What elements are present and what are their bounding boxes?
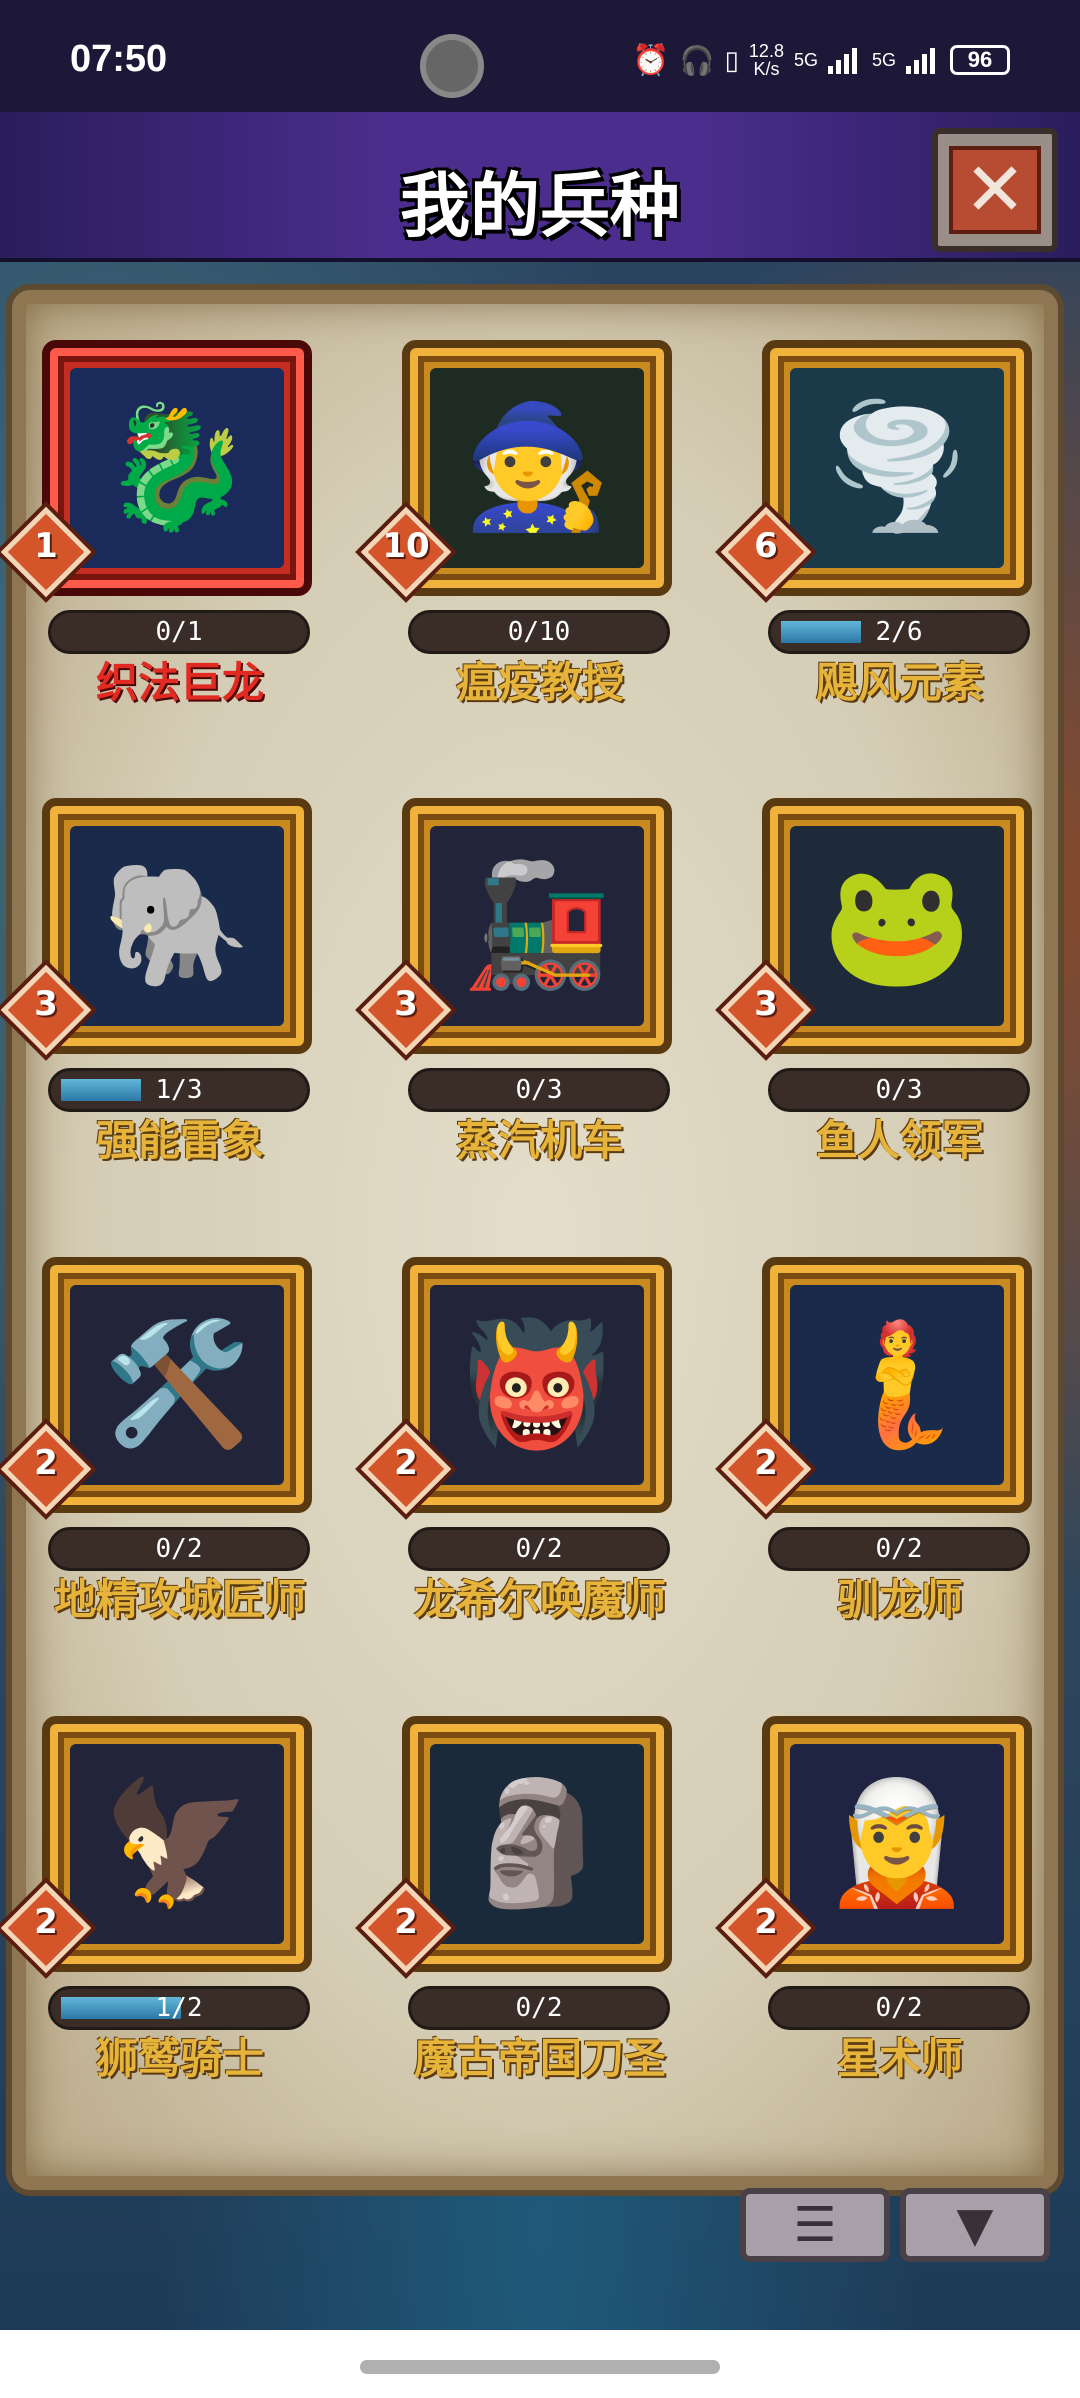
unit-portrait: 🧝 [790,1744,1004,1944]
headphones-icon: 🎧 [679,44,715,76]
status-bar: 07:50 ⏰ 🎧 ▯ 12.8 K/s 5G 5G 96 [0,0,1080,112]
list-icon: ☰ [793,2197,837,2253]
unit-progress-bar: 0/2 [408,1527,670,1571]
unit-card[interactable]: 👹 2 0/2 龙希尔唤魔师 [360,1257,672,1687]
unit-portrait: 🧙 [430,368,644,568]
unit-portrait: 🐸 [790,826,1004,1026]
close-icon: ✕ [949,146,1041,234]
unit-progress-bar: 1/2 [48,1986,310,2030]
unit-progress-text: 0/2 [515,1993,563,2023]
unit-name: 鱼人领军 [815,1116,984,1165]
unit-portrait: 🐉 [70,368,284,568]
filter-button[interactable]: ▼ [900,2188,1050,2262]
unit-progress-bar: 0/2 [768,1986,1030,2030]
unit-name: 强能雷象 [95,1116,264,1165]
status-time: 07:50 [70,38,168,80]
unit-progress-text: 1/3 [155,1075,203,1105]
unit-name: 织法巨龙 [95,658,264,707]
level-badge-value: 3 [394,984,418,1024]
status-icons: ⏰ 🎧 ▯ 12.8 K/s 5G 5G 96 [632,42,1010,78]
unit-portrait: 🧜 [790,1285,1004,1485]
unit-progress-bar: 0/10 [408,610,670,654]
notification-icon [420,34,484,98]
unit-progress-text: 0/1 [155,617,203,647]
unit-portrait: 🛠️ [70,1285,284,1485]
level-badge-value: 1 [34,526,58,566]
unit-card[interactable]: 🧝 2 0/2 星术师 [720,1716,1032,2146]
level-badge-value: 3 [754,984,778,1024]
unit-card[interactable]: 🦅 2 1/2 狮鹫骑士 [0,1716,312,2146]
network-speed-value: 12.8 [748,41,784,61]
level-badge-value: 2 [754,1902,778,1942]
unit-progress-bar: 0/2 [48,1527,310,1571]
unit-portrait: 🗿 [430,1744,644,1944]
unit-name: 龙希尔唤魔师 [413,1575,666,1624]
unit-portrait: 🚂 [430,826,644,1026]
battery-icon: 96 [950,45,1010,75]
signal-icon [827,46,862,74]
unit-progress-bar: 0/2 [408,1986,670,2030]
signal-icon [906,46,940,74]
list-view-button[interactable]: ☰ [740,2188,890,2262]
unit-progress-bar: 0/3 [768,1068,1030,1112]
unit-name: 魔古帝国刀圣 [413,2034,666,2083]
page-title: 我的兵种 [400,165,680,247]
network-speed: 12.8 K/s [749,42,784,78]
unit-progress-bar: 0/2 [768,1527,1030,1571]
unit-name: 蒸汽机车 [455,1116,624,1165]
unit-portrait: 👹 [430,1285,644,1485]
unit-card[interactable]: 🧙 10 0/10 瘟疫教授 [360,340,672,770]
signal-1-label: 5G [793,49,818,70]
unit-progress-text: 0/10 [507,617,571,647]
title-bar: 我的兵种 ✕ [0,112,1080,262]
level-badge-value: 3 [34,984,58,1024]
unit-progress-text: 0/3 [515,1075,563,1105]
unit-portrait: 🦅 [70,1744,284,1944]
level-badge-value: 6 [754,526,778,566]
unit-name: 瘟疫教授 [455,658,624,707]
unit-progress-text: 0/3 [875,1075,923,1105]
unit-name: 狮鹫骑士 [95,2034,264,2083]
home-indicator[interactable] [360,2360,720,2374]
network-speed-unit: K/s [753,59,780,79]
level-badge-value: 10 [382,526,430,566]
unit-progress-text: 0/2 [875,1993,923,2023]
level-badge-value: 2 [754,1443,778,1483]
unit-card[interactable]: 🌪️ 6 2/6 飓风元素 [720,340,1032,770]
unit-progress-bar: 0/1 [48,610,310,654]
unit-name: 飓风元素 [815,658,984,707]
unit-progress-text: 2/6 [875,617,923,647]
close-button[interactable]: ✕ [932,128,1058,252]
level-badge-value: 2 [34,1443,58,1483]
unit-progress-text: 0/2 [155,1534,203,1564]
unit-card[interactable]: 🧜 2 0/2 驯龙师 [720,1257,1032,1687]
level-badge-value: 2 [34,1902,58,1942]
unit-progress-bar: 2/6 [768,610,1030,654]
unit-progress-text: 1/2 [155,1993,203,2023]
unit-progress-text: 0/2 [515,1534,563,1564]
level-badge-value: 2 [394,1443,418,1483]
unit-portrait: 🌪️ [790,368,1004,568]
alarm-icon: ⏰ [632,43,670,77]
filter-icon: ▼ [956,2197,994,2253]
signal-2-label: 5G [871,49,896,70]
unit-card[interactable]: 🐸 3 0/3 鱼人领军 [720,798,1032,1228]
unit-card[interactable]: 🐉 1 0/1 织法巨龙 [0,340,312,770]
vibrate-icon: ▯ [724,44,739,75]
unit-progress-bar: 0/3 [408,1068,670,1112]
unit-progress-bar: 1/3 [48,1068,310,1112]
unit-name: 驯龙师 [836,1575,963,1624]
unit-progress-text: 0/2 [875,1534,923,1564]
unit-name: 星术师 [836,2034,963,2083]
unit-card[interactable]: 🗿 2 0/2 魔古帝国刀圣 [360,1716,672,2146]
unit-card[interactable]: 🛠️ 2 0/2 地精攻城匠师 [0,1257,312,1687]
unit-card[interactable]: 🚂 3 0/3 蒸汽机车 [360,798,672,1228]
unit-card[interactable]: 🐘 3 1/3 强能雷象 [0,798,312,1228]
level-badge-value: 2 [394,1902,418,1942]
battery-level: 96 [967,47,993,72]
unit-portrait: 🐘 [70,826,284,1026]
unit-name: 地精攻城匠师 [53,1575,306,1624]
